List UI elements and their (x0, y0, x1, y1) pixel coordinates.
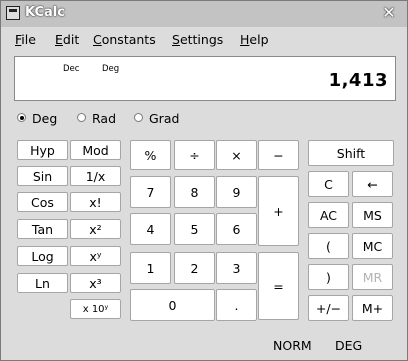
close-paren-button[interactable]: ) (308, 264, 349, 290)
radio-checked-icon[interactable] (17, 113, 26, 122)
digit-3-button[interactable]: 3 (216, 252, 257, 284)
power-button[interactable]: xʸ (70, 246, 121, 266)
square-button[interactable]: x² (70, 219, 121, 239)
memory-store-button[interactable]: MS (352, 202, 393, 228)
digit-8-button[interactable]: 8 (174, 176, 215, 208)
digit-9-button[interactable]: 9 (216, 176, 257, 208)
radio-unchecked-icon[interactable] (134, 113, 143, 122)
all-clear-button[interactable]: AC (308, 202, 349, 228)
window-title: KCalc (25, 5, 65, 20)
menu-help[interactable]: Help (240, 32, 269, 47)
status-bar: NORM DEG (1, 334, 407, 360)
sin-button[interactable]: Sin (17, 166, 68, 186)
backspace-button[interactable]: ← (352, 171, 393, 197)
menu-file[interactable]: File (15, 32, 36, 47)
display-value: 1,413 (328, 70, 388, 91)
digit-1-button[interactable]: 1 (130, 252, 171, 284)
kcalc-window: KCalc ✕ File Edit Constants Settings Hel… (0, 0, 408, 361)
radio-deg-label: Deg (32, 111, 58, 126)
angle-indicator: Deg (102, 64, 120, 74)
sign-toggle-button[interactable]: +/− (308, 295, 349, 321)
title-bar[interactable]: KCalc ✕ (1, 1, 407, 27)
menu-settings[interactable]: Settings (172, 32, 223, 47)
factorial-button[interactable]: x! (70, 192, 121, 212)
hyp-button[interactable]: Hyp (17, 140, 68, 160)
mod-button[interactable]: Mod (70, 140, 121, 160)
cube-button[interactable]: x³ (70, 273, 121, 293)
shift-button[interactable]: Shift (308, 140, 394, 166)
status-angle: DEG (335, 338, 363, 353)
close-icon[interactable]: ✕ (379, 4, 399, 22)
status-mode: NORM (273, 338, 312, 353)
multiply-button[interactable]: × (216, 140, 257, 170)
menu-bar: File Edit Constants Settings Help (1, 29, 407, 51)
log-button[interactable]: Log (17, 246, 68, 266)
decimal-button[interactable]: . (216, 289, 257, 321)
digit-2-button[interactable]: 2 (174, 252, 215, 284)
ln-button[interactable]: Ln (17, 273, 68, 293)
exponent-button[interactable]: x 10ʸ (70, 299, 121, 319)
calculator-app-icon (6, 6, 20, 20)
equals-button[interactable]: = (258, 252, 299, 320)
radio-unchecked-icon[interactable] (77, 113, 86, 122)
reciprocal-button[interactable]: 1/x (70, 166, 121, 186)
clear-button[interactable]: C (308, 171, 349, 197)
memory-add-button[interactable]: M+ (352, 295, 393, 321)
digit-7-button[interactable]: 7 (130, 176, 171, 208)
digit-5-button[interactable]: 5 (174, 213, 215, 245)
menu-constants[interactable]: Constants (93, 32, 156, 47)
percent-button[interactable]: % (130, 140, 171, 170)
memory-clear-button[interactable]: MC (352, 233, 393, 259)
memory-recall-button: MR (352, 264, 393, 290)
radio-rad-label: Rad (92, 111, 117, 126)
base-indicator: Dec (63, 64, 80, 74)
digit-6-button[interactable]: 6 (216, 213, 257, 245)
result-display: Dec Deg 1,413 (14, 56, 396, 101)
cos-button[interactable]: Cos (17, 192, 68, 212)
tan-button[interactable]: Tan (17, 219, 68, 239)
add-button[interactable]: + (258, 176, 299, 246)
divide-button[interactable]: ÷ (174, 140, 215, 170)
digit-4-button[interactable]: 4 (130, 213, 171, 245)
digit-0-button[interactable]: 0 (130, 289, 215, 321)
subtract-button[interactable]: − (258, 140, 299, 170)
radio-grad-label: Grad (149, 111, 180, 126)
menu-edit[interactable]: Edit (55, 32, 79, 47)
open-paren-button[interactable]: ( (308, 233, 349, 259)
